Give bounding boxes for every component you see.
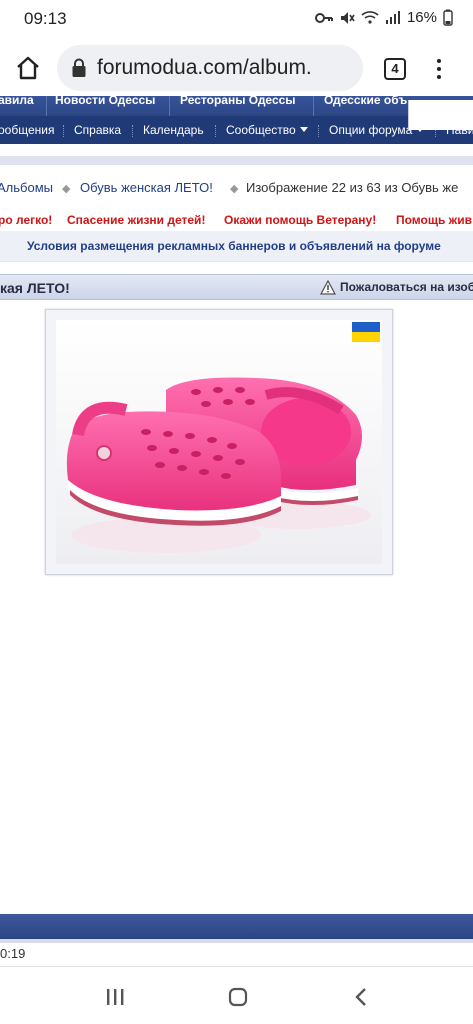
breadcrumb-arrow-icon: ◆ bbox=[62, 183, 71, 195]
footer-bar bbox=[0, 914, 473, 939]
breadcrumb-current: Изображение 22 из 63 из Обувь же bbox=[246, 180, 459, 195]
promo-link[interactable]: Помощь жив bbox=[396, 213, 472, 227]
key-icon bbox=[314, 12, 333, 23]
wifi-icon bbox=[361, 11, 379, 24]
browser-toolbar: forumodua.com/album. 4 bbox=[0, 38, 473, 96]
nav-item-community[interactable]: Сообщество bbox=[226, 123, 308, 137]
back-icon[interactable] bbox=[354, 987, 368, 1007]
breadcrumb-album[interactable]: Обувь женская ЛЕТО! bbox=[80, 180, 213, 195]
tab-switcher-button[interactable]: 4 bbox=[384, 58, 406, 80]
divider bbox=[0, 939, 473, 943]
promo-link[interactable]: Спасение жизни детей! bbox=[67, 213, 205, 227]
browser-menu-icon[interactable] bbox=[432, 57, 446, 81]
footer-time: 0:19 bbox=[0, 946, 26, 961]
status-time: 09:13 bbox=[24, 9, 67, 28]
recent-apps-icon[interactable] bbox=[105, 988, 125, 1006]
nav-item-help[interactable]: Справка bbox=[74, 123, 121, 137]
status-icons: 16% bbox=[314, 9, 453, 26]
nav-item-calendar[interactable]: Календарь bbox=[143, 123, 204, 137]
address-bar[interactable]: forumodua.com/album. bbox=[57, 45, 363, 91]
nav-top-item[interactable]: Рестораны Одессы bbox=[180, 96, 296, 107]
album-title: кая ЛЕТО! bbox=[0, 280, 70, 296]
divider bbox=[0, 966, 473, 967]
lock-icon bbox=[72, 58, 86, 77]
divider bbox=[0, 156, 473, 165]
album-title-bar: кая ЛЕТО! Пожаловаться на изобр bbox=[0, 274, 473, 300]
nav-top-item[interactable]: авила bbox=[0, 96, 34, 107]
nav-item-messages[interactable]: ообщения bbox=[0, 123, 54, 137]
promo-link[interactable]: ро легко! bbox=[0, 213, 52, 227]
signal-icon bbox=[385, 11, 400, 24]
ad-notice-bar: Условия размещения рекламных баннеров и … bbox=[0, 231, 473, 261]
android-nav-bar bbox=[0, 968, 473, 1024]
site-nav-main: ообщения Справка Календарь Сообщество Оп… bbox=[0, 116, 473, 144]
ad-notice-link[interactable]: Условия размещения рекламных баннеров и … bbox=[27, 239, 441, 253]
battery-percent: 16% bbox=[406, 9, 437, 26]
nav-top-item[interactable]: Одесские объ bbox=[324, 96, 407, 107]
album-image-frame[interactable] bbox=[45, 309, 393, 575]
home-icon[interactable] bbox=[14, 54, 42, 82]
mute-icon bbox=[340, 11, 355, 24]
flag-icon bbox=[352, 322, 380, 332]
promo-links: ро легко! Спасение жизни детей! Окажи по… bbox=[0, 213, 473, 231]
dropdown-popup bbox=[408, 100, 473, 130]
status-bar: 09:13 16% bbox=[0, 0, 473, 38]
clogs-photo bbox=[56, 320, 382, 564]
site-nav-top: авила Новости Одессы Рестораны Одессы Од… bbox=[0, 96, 473, 116]
url-text: forumodua.com/album. bbox=[97, 56, 312, 79]
chevron-down-icon bbox=[299, 127, 308, 132]
breadcrumb-albums[interactable]: Альбомы bbox=[0, 180, 53, 195]
breadcrumb: Альбомы ◆ Обувь женская ЛЕТО! ◆ Изображе… bbox=[0, 180, 473, 200]
divider bbox=[0, 261, 473, 272]
report-image-link[interactable]: Пожаловаться на изобр bbox=[340, 280, 473, 294]
home-nav-icon[interactable] bbox=[228, 987, 248, 1007]
battery-icon bbox=[443, 9, 453, 26]
promo-link[interactable]: Окажи помощь Ветерану! bbox=[224, 213, 376, 227]
warning-icon[interactable] bbox=[320, 280, 336, 295]
nav-top-item[interactable]: Новости Одессы bbox=[55, 96, 155, 107]
breadcrumb-arrow-icon: ◆ bbox=[230, 183, 239, 195]
